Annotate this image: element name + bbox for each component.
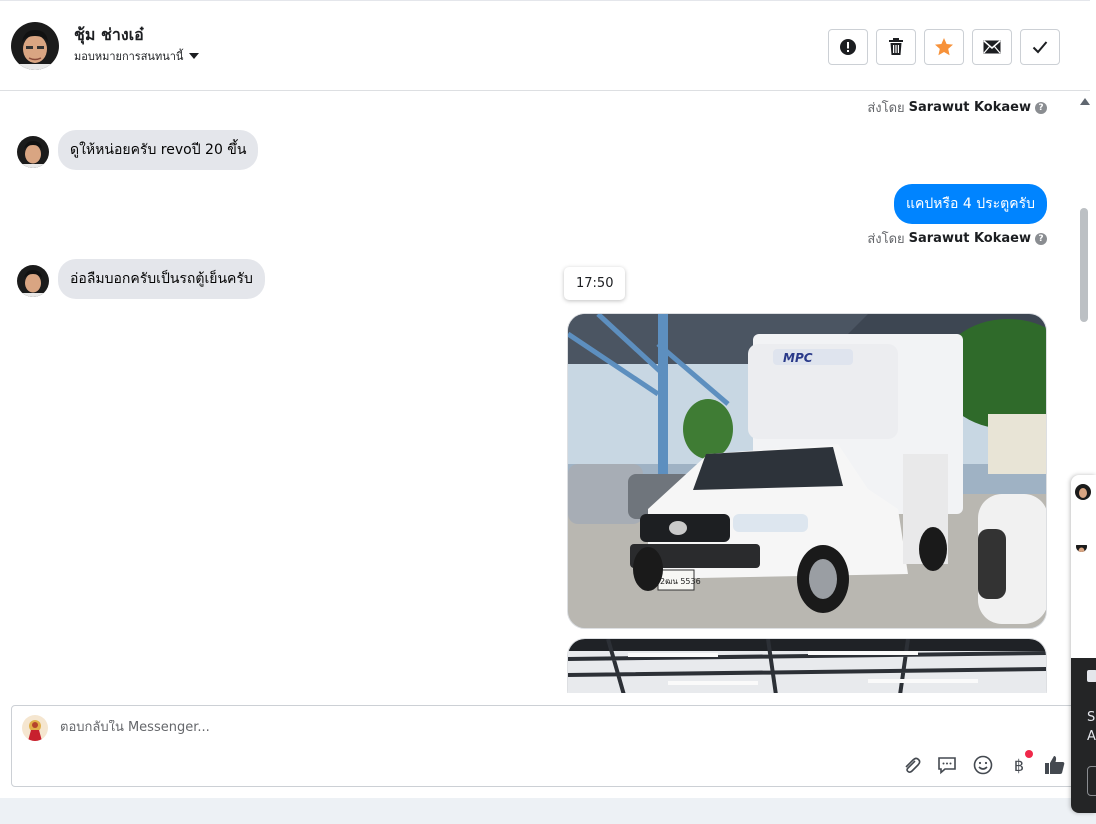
incoming-message[interactable]: ดูให้หน่อยครับ revoปี 20 ขึ้น xyxy=(58,130,259,170)
page-footer-band xyxy=(0,798,1096,824)
photo-brand: MPC xyxy=(783,351,813,365)
license-plate: 2ฒน 5536 xyxy=(660,577,701,586)
notification-dot xyxy=(1025,750,1033,758)
sent-by-prefix: ส่งโดย xyxy=(867,101,905,116)
saved-replies-button[interactable] xyxy=(936,754,958,776)
alert-icon xyxy=(840,39,856,55)
header-actions xyxy=(828,29,1060,65)
incoming-message[interactable]: อ่อลืมบอกครับเป็นรถตู้เย็นครับ xyxy=(58,259,265,299)
baht-icon: ฿ xyxy=(1013,755,1025,775)
trash-icon xyxy=(889,38,903,55)
send-like-button[interactable] xyxy=(1044,754,1066,776)
envelope-icon xyxy=(983,40,1001,54)
contact-avatar[interactable] xyxy=(11,22,59,70)
attached-photo[interactable] xyxy=(567,638,1047,693)
delete-button[interactable] xyxy=(876,29,916,65)
sent-by-label: ส่งโดย Sarawut Kokaew ? xyxy=(867,97,1047,118)
sent-by-name: Sarawut Kokaew xyxy=(908,231,1031,246)
side-text-line1: S xyxy=(1087,710,1096,725)
reply-input[interactable] xyxy=(60,720,880,735)
timestamp-tooltip: 17:50 xyxy=(564,267,626,300)
assign-conversation-dropdown[interactable]: มอบหมายการสนทนานี้ xyxy=(74,47,200,65)
chat-header: ชุ้ม ช่างเอ๋ มอบหมายการสนทนานี้ xyxy=(0,0,1090,91)
caret-down-icon xyxy=(189,53,200,59)
mark-done-button[interactable] xyxy=(1020,29,1060,65)
payment-button[interactable]: ฿ xyxy=(1008,750,1033,776)
attach-file-button[interactable] xyxy=(900,754,922,776)
like-icon xyxy=(1045,756,1065,774)
attached-photo[interactable]: MPC 2ฒน 5536 xyxy=(567,313,1047,629)
star-icon xyxy=(935,38,953,56)
side-dark-card[interactable]: S A xyxy=(1071,658,1096,813)
assign-label: มอบหมายการสนทนานี้ xyxy=(74,50,184,63)
scroll-up-arrow-icon[interactable] xyxy=(1080,98,1090,105)
sender-avatar[interactable] xyxy=(17,136,49,168)
sender-avatar[interactable] xyxy=(17,265,49,297)
reply-composer: ฿ xyxy=(11,705,1081,787)
follow-up-button[interactable] xyxy=(924,29,964,65)
side-avatar-small xyxy=(1076,541,1087,552)
sent-by-prefix: ส่งโดย xyxy=(867,232,905,247)
help-icon[interactable]: ? xyxy=(1035,101,1047,114)
saved-reply-icon xyxy=(938,757,956,775)
side-chat-panel[interactable]: S A xyxy=(1071,475,1096,813)
sent-by-label: ส่งโดย Sarawut Kokaew ? xyxy=(867,228,1047,249)
side-text-line2: A xyxy=(1087,729,1096,744)
side-avatar[interactable] xyxy=(1075,484,1091,500)
message-thread[interactable]: ส่งโดย Sarawut Kokaew ? ดูให้หน่อยครับ r… xyxy=(0,92,1078,693)
contact-name: ชุ้ม ช่างเอ๋ xyxy=(74,25,144,44)
help-icon[interactable]: ? xyxy=(1035,232,1047,245)
emoji-icon xyxy=(973,755,993,775)
mark-unread-button[interactable] xyxy=(972,29,1012,65)
sent-by-name: Sarawut Kokaew xyxy=(908,100,1031,115)
outgoing-message[interactable]: แคปหรือ 4 ประตูครับ xyxy=(893,184,1047,224)
page-avatar xyxy=(22,715,48,741)
side-button[interactable] xyxy=(1087,766,1096,796)
composer-toolbar: ฿ xyxy=(900,750,1066,776)
paperclip-icon xyxy=(905,757,921,773)
emoji-button[interactable] xyxy=(972,754,994,776)
mark-spam-button[interactable] xyxy=(828,29,868,65)
calendar-icon xyxy=(1087,670,1096,682)
check-icon xyxy=(1032,41,1048,54)
scroll-thumb[interactable] xyxy=(1080,208,1088,322)
